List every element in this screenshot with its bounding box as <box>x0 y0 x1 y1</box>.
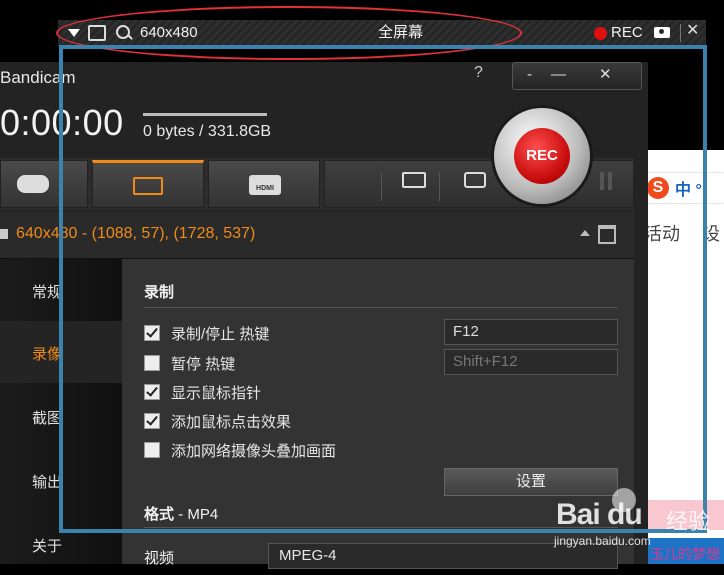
rec-dot-icon[interactable] <box>594 27 607 40</box>
close-icon[interactable]: ✕ <box>686 20 699 40</box>
watermark-jingyan: 经验 <box>666 509 711 534</box>
watermark-url: jingyan.baidu.com <box>554 534 651 548</box>
sidebar-item-label: 输出 <box>32 474 63 491</box>
grid-icon <box>0 229 8 239</box>
watermark-brand: Bai du <box>556 498 643 531</box>
capture-region-frame[interactable] <box>59 45 707 533</box>
gamepad-icon <box>17 175 49 193</box>
sidebar-item-label: 录像 <box>32 346 63 363</box>
baidu-watermark: Bai du 经验 jingyan.baidu.com <box>554 482 724 564</box>
camera-icon[interactable] <box>654 27 670 38</box>
sidebar-item-label: 常规 <box>32 284 63 301</box>
video-codec-label: 视频 <box>144 550 175 567</box>
capture-rec-label[interactable]: REC <box>611 20 643 46</box>
sidebar-item-label: 关于 <box>32 538 63 555</box>
sidebar-item-label: 截图 <box>32 410 63 427</box>
divider <box>680 24 681 42</box>
